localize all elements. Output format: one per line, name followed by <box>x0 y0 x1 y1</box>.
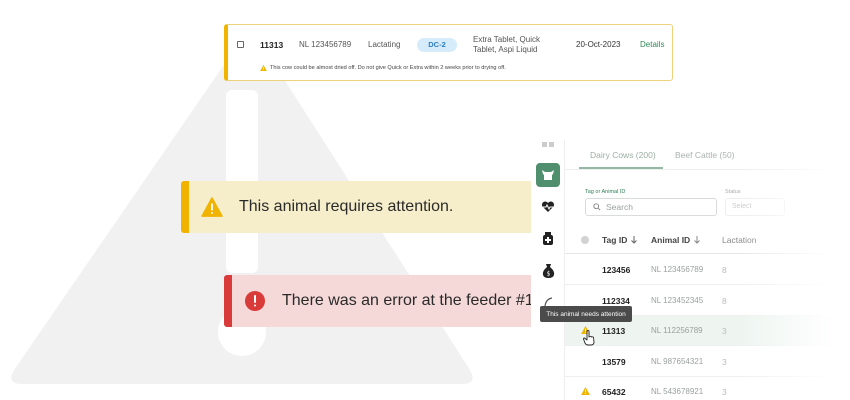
card-note-text: This cow could be almost dried off. Do n… <box>270 65 506 71</box>
row-tag-id: 123456 <box>602 265 631 275</box>
search-input[interactable]: Search <box>585 198 717 216</box>
svg-text:$: $ <box>546 271 550 278</box>
sort-down-icon <box>631 236 638 244</box>
row-animal-id: NL 112256789 <box>651 326 703 335</box>
table-row[interactable]: 123456 NL 123456789 8 <box>565 255 850 285</box>
icon-sidebar: $ <box>531 140 565 400</box>
attention-banner: This animal requires attention. <box>181 181 541 233</box>
column-header-tag-id[interactable]: Tag ID <box>602 235 638 245</box>
row-animal-id: NL 123452345 <box>651 296 704 305</box>
hand-cursor-icon <box>583 330 595 346</box>
column-header-animal-id[interactable]: Animal ID <box>651 235 701 245</box>
tab-beef-cattle[interactable]: Beef Cattle (50) <box>675 150 735 160</box>
column-header-label: Tag ID <box>602 235 628 245</box>
animal-list-panel: Dairy Cows (200) Beef Cattle (50) Tag or… <box>565 140 850 400</box>
animal-detail-card: 11313 NL 123456789 Lactating DC-2 Extra … <box>224 24 673 81</box>
search-placeholder: Search <box>606 202 633 212</box>
tab-dairy-cows[interactable]: Dairy Cows (200) <box>590 150 656 160</box>
row-lactation: 8 <box>722 296 727 306</box>
column-header-label: Animal ID <box>651 235 691 245</box>
row-lactation: 3 <box>722 357 727 367</box>
rail-item-health[interactable] <box>536 195 560 219</box>
heart-monitor-icon <box>541 201 555 212</box>
attention-tooltip: This animal needs attention <box>540 306 632 322</box>
card-tag-id: 11313 <box>260 40 284 50</box>
column-header-label: Lactation <box>722 235 757 245</box>
row-tag-id: 13579 <box>602 357 626 367</box>
warning-icon <box>201 197 223 217</box>
select-all-checkbox[interactable] <box>581 236 589 244</box>
search-icon <box>593 203 601 211</box>
tag-filter-label: Tag or Animal ID <box>585 189 626 195</box>
row-tag-id: 65432 <box>602 387 626 397</box>
medicine-icon <box>543 232 553 245</box>
rail-item-cows[interactable] <box>536 163 560 187</box>
row-lactation: 3 <box>722 326 727 336</box>
warning-icon[interactable] <box>581 387 590 395</box>
row-tag-id: 112334 <box>602 296 630 306</box>
row-lactation: 8 <box>722 265 727 275</box>
table-row[interactable]: 13579 NL 987654321 3 <box>565 347 850 377</box>
card-treatment: Extra Tablet, Quick Tablet, Aspi Liquid <box>473 35 540 54</box>
rail-item-grid[interactable] <box>536 140 560 150</box>
money-bag-icon: $ <box>542 264 554 278</box>
row-lactation: 3 <box>722 387 727 397</box>
table-header: Tag ID Animal ID Lactation <box>565 226 850 254</box>
row-animal-id: NL 543678921 <box>651 387 704 396</box>
row-tag-id: 11313 <box>602 326 626 336</box>
tab-bar: Dairy Cows (200) Beef Cattle (50) <box>565 140 850 170</box>
grid-icon <box>542 142 554 147</box>
rail-item-finance[interactable]: $ <box>536 259 560 283</box>
card-date: 20-Oct-2023 <box>576 40 621 49</box>
rail-item-medicine[interactable] <box>536 227 560 251</box>
row-checkbox[interactable] <box>237 41 244 48</box>
error-icon <box>245 291 265 311</box>
card-status: Lactating <box>368 40 401 49</box>
table-row[interactable]: 65432 NL 543678921 3 <box>565 377 850 400</box>
row-animal-id: NL 987654321 <box>651 357 704 366</box>
error-banner: There was an error at the feeder #12 <box>224 275 544 327</box>
column-header-lactation[interactable]: Lactation <box>722 235 757 245</box>
cow-icon <box>542 170 554 180</box>
sort-down-icon <box>694 236 701 244</box>
status-select[interactable]: Select <box>725 198 785 216</box>
card-animal-id: NL 123456789 <box>299 40 352 49</box>
card-warning-note: This cow could be almost dried off. Do n… <box>260 65 506 71</box>
attention-banner-text: This animal requires attention. <box>239 198 454 215</box>
warning-icon <box>260 65 267 71</box>
details-link[interactable]: Details <box>640 40 664 49</box>
row-animal-id: NL 123456789 <box>651 265 704 274</box>
active-tab-indicator <box>579 167 663 169</box>
error-banner-text: There was an error at the feeder #12 <box>282 292 543 309</box>
status-badge: DC-2 <box>417 38 457 52</box>
status-filter-label: Status <box>725 189 741 195</box>
